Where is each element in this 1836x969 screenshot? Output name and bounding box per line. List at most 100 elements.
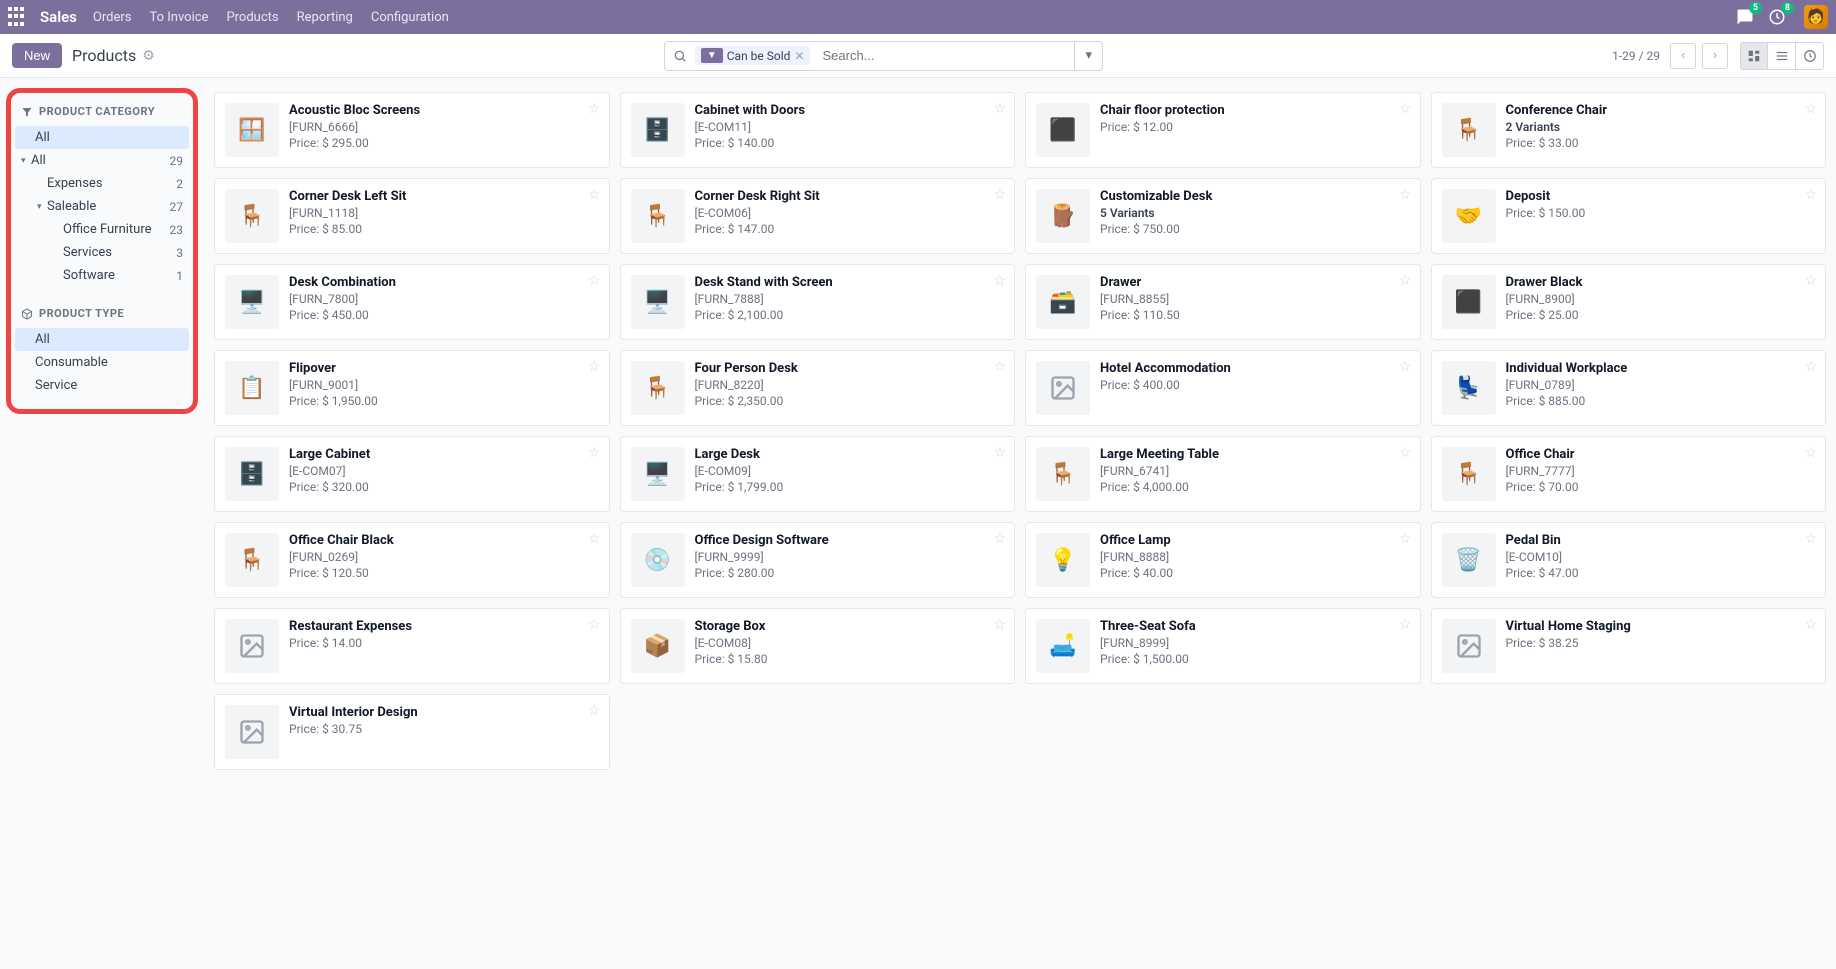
messages-icon[interactable]: 5 [1736,8,1754,26]
category-item[interactable]: Expenses2 [15,172,189,195]
favorite-star-icon[interactable]: ☆ [1804,273,1817,289]
product-card[interactable]: Restaurant ExpensesPrice: $ 14.00☆ [214,608,610,684]
pager-next-button[interactable]: › [1702,43,1728,69]
category-item[interactable]: ▾All29 [15,149,189,172]
category-count: 27 [170,200,184,214]
favorite-star-icon[interactable]: ☆ [993,359,1006,375]
product-info: Flipover[FURN_9001]Price: $ 1,950.00 [289,361,599,415]
product-card[interactable]: 🪟Acoustic Bloc Screens[FURN_6666]Price: … [214,92,610,168]
activity-icon[interactable]: 8 [1768,8,1786,26]
favorite-star-icon[interactable]: ☆ [588,101,601,117]
product-info: Virtual Interior DesignPrice: $ 30.75 [289,705,599,759]
gear-icon[interactable]: ⚙ [142,48,155,64]
favorite-star-icon[interactable]: ☆ [1804,445,1817,461]
category-all-active[interactable]: All [15,126,189,149]
favorite-star-icon[interactable]: ☆ [588,273,601,289]
favorite-star-icon[interactable]: ☆ [993,445,1006,461]
product-sku: [FURN_0269] [289,550,599,564]
favorite-star-icon[interactable]: ☆ [588,445,601,461]
product-card[interactable]: Virtual Interior DesignPrice: $ 30.75☆ [214,694,610,770]
product-thumbnail [1442,619,1496,673]
favorite-star-icon[interactable]: ☆ [1804,187,1817,203]
pager-prev-button[interactable]: ‹ [1670,43,1696,69]
product-card[interactable]: 🗃️Drawer[FURN_8855]Price: $ 110.50☆ [1025,264,1421,340]
product-card[interactable]: 📋Flipover[FURN_9001]Price: $ 1,950.00☆ [214,350,610,426]
product-card[interactable]: 🗑️Pedal Bin[E-COM10]Price: $ 47.00☆ [1431,522,1827,598]
category-count: 23 [170,223,184,237]
list-view-button[interactable] [1768,42,1796,70]
category-item[interactable]: Services3 [15,241,189,264]
search-input[interactable] [814,48,1074,63]
nav-to-invoice[interactable]: To Invoice [149,10,208,25]
favorite-star-icon[interactable]: ☆ [588,703,601,719]
favorite-star-icon[interactable]: ☆ [1804,617,1817,633]
favorite-star-icon[interactable]: ☆ [1399,273,1412,289]
product-card[interactable]: 🪑Large Meeting Table[FURN_6741]Price: $ … [1025,436,1421,512]
favorite-star-icon[interactable]: ☆ [1804,101,1817,117]
search-icon[interactable] [665,49,695,63]
category-item[interactable]: Office Furniture23 [15,218,189,241]
product-card[interactable]: 🗄️Large Cabinet[E-COM07]Price: $ 320.00☆ [214,436,610,512]
category-item[interactable]: Software1 [15,264,189,287]
new-button[interactable]: New [12,43,62,68]
product-card[interactable]: 🖥️Desk Combination[FURN_7800]Price: $ 45… [214,264,610,340]
favorite-star-icon[interactable]: ☆ [993,531,1006,547]
product-card[interactable]: 🗄️Cabinet with Doors[E-COM11]Price: $ 14… [620,92,1016,168]
nav-orders[interactable]: Orders [93,10,132,25]
view-switcher [1740,42,1824,70]
product-card[interactable]: 📦Storage Box[E-COM08]Price: $ 15.80☆ [620,608,1016,684]
favorite-star-icon[interactable]: ☆ [1804,531,1817,547]
category-item[interactable]: ▾Saleable27 [15,195,189,218]
product-card[interactable]: 🪑Office Chair Black[FURN_0269]Price: $ 1… [214,522,610,598]
product-card[interactable]: 💺Individual Workplace[FURN_0789]Price: $… [1431,350,1827,426]
product-card[interactable]: 🖥️Large Desk[E-COM09]Price: $ 1,799.00☆ [620,436,1016,512]
favorite-star-icon[interactable]: ☆ [1399,359,1412,375]
product-thumbnail: 🗃️ [1036,275,1090,329]
product-info: Drawer Black[FURN_8900]Price: $ 25.00 [1506,275,1816,329]
type-item[interactable]: Consumable [15,351,189,374]
product-card[interactable]: 🪑Corner Desk Right Sit[E-COM06]Price: $ … [620,178,1016,254]
favorite-star-icon[interactable]: ☆ [588,531,601,547]
favorite-star-icon[interactable]: ☆ [993,273,1006,289]
product-card[interactable]: 🪑Office Chair[FURN_7777]Price: $ 70.00☆ [1431,436,1827,512]
favorite-star-icon[interactable]: ☆ [1804,359,1817,375]
filter-chip-can-be-sold[interactable]: ▼ Can be Sold ✕ [695,46,811,65]
kanban-view-button[interactable] [1740,42,1768,70]
favorite-star-icon[interactable]: ☆ [1399,617,1412,633]
favorite-star-icon[interactable]: ☆ [588,359,601,375]
favorite-star-icon[interactable]: ☆ [993,187,1006,203]
favorite-star-icon[interactable]: ☆ [1399,101,1412,117]
product-card[interactable]: 🖥️Desk Stand with Screen[FURN_7888]Price… [620,264,1016,340]
product-card[interactable]: 💡Office Lamp[FURN_8888]Price: $ 40.00☆ [1025,522,1421,598]
remove-filter-icon[interactable]: ✕ [794,49,804,63]
category-count: 1 [176,269,183,283]
favorite-star-icon[interactable]: ☆ [588,617,601,633]
nav-products[interactable]: Products [226,10,278,25]
product-card[interactable]: Hotel AccommodationPrice: $ 400.00☆ [1025,350,1421,426]
favorite-star-icon[interactable]: ☆ [588,187,601,203]
product-card[interactable]: ⬛Chair floor protectionPrice: $ 12.00☆ [1025,92,1421,168]
product-card[interactable]: 🪑Four Person Desk[FURN_8220]Price: $ 2,3… [620,350,1016,426]
apps-icon[interactable] [8,7,28,27]
nav-reporting[interactable]: Reporting [297,10,353,25]
type-item[interactable]: All [15,328,189,351]
nav-configuration[interactable]: Configuration [371,10,449,25]
product-card[interactable]: 💿Office Design Software[FURN_9999]Price:… [620,522,1016,598]
favorite-star-icon[interactable]: ☆ [993,101,1006,117]
app-brand[interactable]: Sales [40,8,77,26]
favorite-star-icon[interactable]: ☆ [1399,187,1412,203]
product-card[interactable]: 🪑Corner Desk Left Sit[FURN_1118]Price: $… [214,178,610,254]
product-card[interactable]: 🛋️Three-Seat Sofa[FURN_8999]Price: $ 1,5… [1025,608,1421,684]
search-dropdown-icon[interactable]: ▾ [1074,42,1102,70]
activity-view-button[interactable] [1796,42,1824,70]
favorite-star-icon[interactable]: ☆ [1399,531,1412,547]
user-avatar[interactable]: 🧑 [1804,5,1828,29]
product-card[interactable]: 🪑Conference Chair2 VariantsPrice: $ 33.0… [1431,92,1827,168]
type-item[interactable]: Service [15,374,189,397]
favorite-star-icon[interactable]: ☆ [993,617,1006,633]
favorite-star-icon[interactable]: ☆ [1399,445,1412,461]
product-card[interactable]: 🪵Customizable Desk5 VariantsPrice: $ 750… [1025,178,1421,254]
product-card[interactable]: ⬛Drawer Black[FURN_8900]Price: $ 25.00☆ [1431,264,1827,340]
product-card[interactable]: Virtual Home StagingPrice: $ 38.25☆ [1431,608,1827,684]
product-card[interactable]: 🤝DepositPrice: $ 150.00☆ [1431,178,1827,254]
